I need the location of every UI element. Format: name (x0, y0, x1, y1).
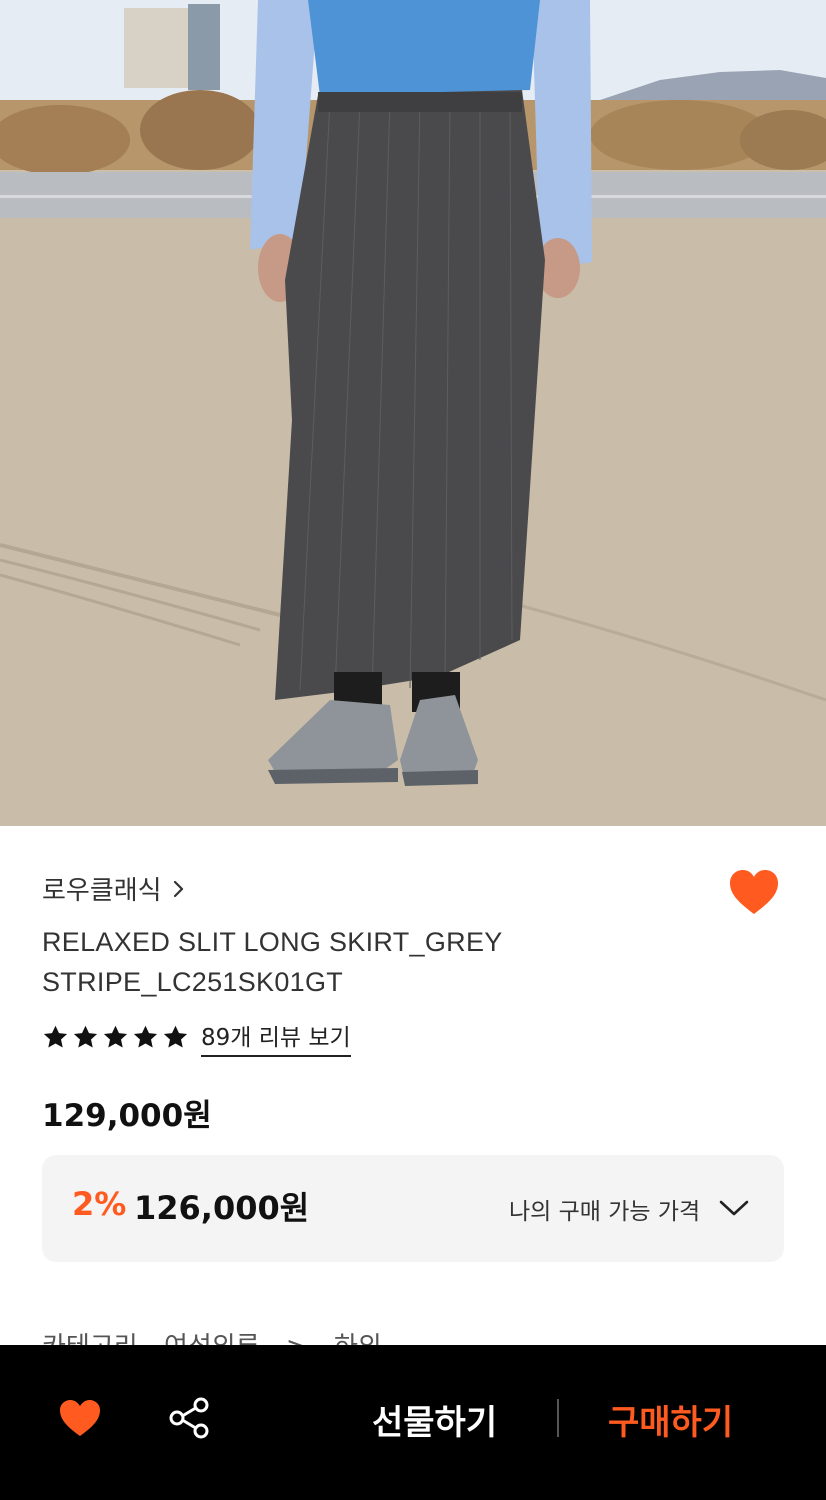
share-icon[interactable] (166, 1395, 212, 1441)
brand-name: 로우클래식 (42, 876, 162, 906)
my-price-dropdown[interactable]: 2% 126,000원 나의 구매 가능 가격 (42, 1155, 784, 1262)
heart-icon[interactable] (58, 1398, 102, 1438)
review-link[interactable]: 89개 리뷰 보기 (201, 1018, 351, 1057)
my-price-label: 나의 구매 가능 가격 (509, 1199, 701, 1225)
bottom-action-bar: 선물하기 구매하기 (0, 1345, 826, 1500)
rating-row: 89개 리뷰 보기 (42, 1018, 351, 1057)
gift-button[interactable]: 선물하기 (372, 1395, 497, 1444)
discount-rate: 2% (72, 1185, 127, 1223)
divider (557, 1399, 559, 1437)
brand-link[interactable]: 로우클래식 (42, 870, 186, 907)
star-icon (73, 1025, 98, 1048)
product-image[interactable] (0, 0, 826, 826)
discounted-price: 126,000원 (134, 1189, 310, 1227)
chevron-right-icon (173, 880, 183, 897)
star-icon (103, 1025, 128, 1048)
product-title: RELAXED SLIT LONG SKIRT_GREY STRIPE_LC25… (42, 922, 562, 1002)
chevron-down-icon (719, 1200, 749, 1216)
rating-stars (42, 1024, 189, 1051)
star-icon (163, 1025, 188, 1048)
buy-button[interactable]: 구매하기 (608, 1395, 733, 1444)
heart-icon[interactable] (728, 868, 780, 916)
star-icon (43, 1025, 68, 1048)
star-icon (133, 1025, 158, 1048)
product-title-line1: RELAXED SLIT LONG SKIRT_GREY (42, 927, 503, 957)
product-photo (0, 0, 826, 826)
product-price: 129,000원 (42, 1098, 212, 1134)
product-title-line2: STRIPE_LC251SK01GT (42, 967, 344, 997)
